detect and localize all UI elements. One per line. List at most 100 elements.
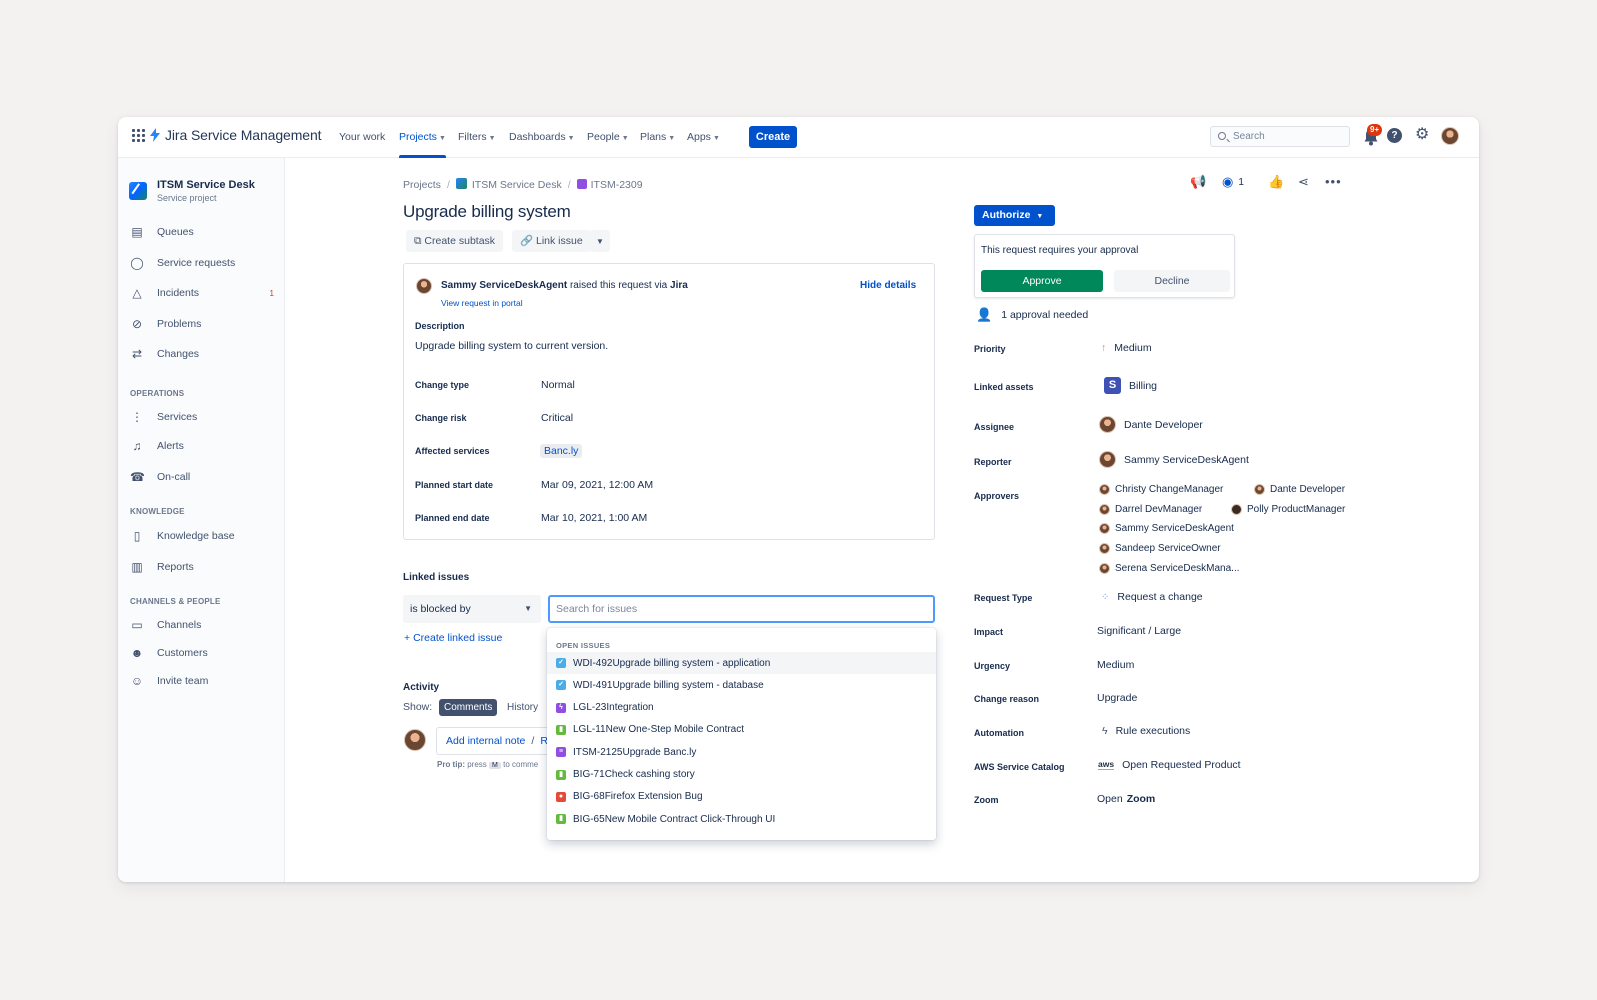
aws-catalog-value[interactable]: aws Open Requested Product bbox=[1098, 759, 1241, 771]
breadcrumb-projects[interactable]: Projects bbox=[403, 179, 441, 191]
affected-service-tag[interactable]: Banc.ly bbox=[540, 444, 583, 458]
breadcrumb-project[interactable]: ITSM Service Desk bbox=[455, 178, 562, 191]
sidebar-item-changes[interactable]: ⇄ Changes bbox=[130, 344, 280, 364]
like-icon[interactable]: 👍 bbox=[1268, 174, 1284, 190]
linked-asset-value[interactable]: S Billing bbox=[1104, 377, 1157, 394]
sidebar-item-label: Incidents bbox=[157, 287, 200, 299]
project-name[interactable]: ITSM Service Desk bbox=[157, 179, 255, 191]
sidebar-item-alerts[interactable]: ♫ Alerts bbox=[130, 436, 280, 456]
breadcrumb-issue-key[interactable]: ITSM-2309 bbox=[576, 178, 643, 191]
description-text[interactable]: Upgrade billing system to current versio… bbox=[415, 340, 608, 352]
link-relation-select[interactable]: is blocked by ▼ bbox=[403, 595, 541, 623]
zoom-value[interactable]: Open Zoom bbox=[1097, 793, 1155, 805]
sidebar-item-label: Alerts bbox=[157, 440, 184, 452]
automation-value[interactable]: ϟ Rule executions bbox=[1102, 725, 1190, 737]
megaphone-icon[interactable]: 📢 bbox=[1190, 174, 1206, 190]
approver-chip[interactable]: Darrel DevManager bbox=[1099, 504, 1202, 515]
view-in-portal-link[interactable]: View request in portal bbox=[441, 298, 523, 308]
changes-icon: ⇄ bbox=[131, 347, 143, 361]
change-risk-value[interactable]: Critical bbox=[541, 412, 573, 424]
approver-avatar bbox=[1099, 504, 1110, 515]
more-actions-icon[interactable]: ••• bbox=[1325, 174, 1342, 189]
sidebar-item-channels[interactable]: ▭ Channels bbox=[130, 615, 280, 635]
approver-chip[interactable]: Serena ServiceDeskMana... bbox=[1099, 563, 1240, 574]
decline-button[interactable]: Decline bbox=[1114, 270, 1230, 292]
impact-value[interactable]: Significant / Large bbox=[1097, 625, 1181, 637]
create-button[interactable]: Create bbox=[749, 126, 797, 148]
approval-panel: This request requires your approval Appr… bbox=[974, 234, 1235, 298]
issue-result-row[interactable]: ● BIG-68 Firefox Extension Bug bbox=[547, 786, 936, 808]
comment-box[interactable]: Add internal note / R bbox=[436, 727, 556, 755]
nav-filters[interactable]: Filters ▼ bbox=[458, 117, 496, 158]
approver-chip[interactable]: Polly ProductManager bbox=[1231, 504, 1345, 515]
authorize-button[interactable]: Authorize ▼ bbox=[974, 205, 1055, 226]
reporter-value[interactable]: Sammy ServiceDeskAgent bbox=[1099, 451, 1249, 468]
nav-your-work[interactable]: Your work bbox=[339, 117, 385, 158]
change-reason-value[interactable]: Upgrade bbox=[1097, 692, 1137, 704]
request-type-value[interactable]: ⁘ Request a change bbox=[1101, 591, 1203, 603]
issue-result-row[interactable]: ϟ LGL-23 Integration bbox=[547, 697, 936, 719]
sidebar-item-knowledge-base[interactable]: ▯ Knowledge base bbox=[130, 526, 280, 546]
issue-result-row[interactable]: ✓ WDI-492 Upgrade billing system - applic… bbox=[547, 652, 936, 674]
issue-result-row[interactable]: ≡ ITSM-2125 Upgrade Banc.ly bbox=[547, 741, 936, 763]
assignee-value[interactable]: Dante Developer bbox=[1099, 416, 1203, 433]
project-type: Service project bbox=[157, 193, 217, 203]
nav-people[interactable]: People ▼ bbox=[587, 117, 629, 158]
share-icon[interactable]: ⋖ bbox=[1298, 174, 1309, 190]
user-avatar[interactable] bbox=[1441, 127, 1459, 145]
request-type-text: Request a change bbox=[1117, 591, 1203, 603]
sidebar-item-reports[interactable]: ▥ Reports bbox=[130, 557, 280, 577]
link-issue-button[interactable]: 🔗 Link issue bbox=[512, 230, 591, 252]
sidebar-item-on-call[interactable]: ☎ On-call bbox=[130, 467, 280, 487]
issue-search-input[interactable]: Search for issues bbox=[548, 595, 935, 623]
priority-value[interactable]: ↑ Medium bbox=[1101, 342, 1152, 354]
sidebar-item-incidents[interactable]: △ Incidents 1 bbox=[130, 283, 280, 303]
sidebar-item-customers[interactable]: ☻ Customers bbox=[130, 643, 280, 663]
tab-history[interactable]: History bbox=[502, 699, 543, 716]
approver-chip[interactable]: Christy ChangeManager bbox=[1099, 484, 1223, 495]
planned-start-value[interactable]: Mar 09, 2021, 12:00 AM bbox=[541, 479, 653, 491]
gear-icon[interactable]: ⚙ bbox=[1415, 127, 1429, 143]
planned-end-value[interactable]: Mar 10, 2021, 1:00 AM bbox=[541, 512, 647, 524]
create-linked-issue-link[interactable]: + Create linked issue bbox=[404, 632, 502, 644]
issue-title[interactable]: Upgrade billing system bbox=[403, 202, 571, 222]
approve-button[interactable]: Approve bbox=[981, 270, 1103, 292]
sidebar-item-services[interactable]: ⋮ Services bbox=[130, 407, 280, 427]
search-input[interactable]: Search bbox=[1210, 126, 1350, 147]
sidebar-item-problems[interactable]: ⊘ Problems bbox=[130, 314, 280, 334]
book-icon: ▯ bbox=[133, 529, 141, 543]
app-switcher-icon[interactable] bbox=[132, 129, 145, 142]
urgency-value[interactable]: Medium bbox=[1097, 659, 1134, 671]
approver-chip[interactable]: Sandeep ServiceOwner bbox=[1099, 543, 1221, 554]
issue-result-row[interactable]: ▮ LGL-11 New One-Step Mobile Contract bbox=[547, 719, 936, 741]
button-label: Link issue bbox=[536, 235, 583, 247]
issue-result-row[interactable]: ▮ BIG-65 New Mobile Contract Click-Throug… bbox=[547, 808, 936, 830]
nav-dashboards[interactable]: Dashboards ▼ bbox=[509, 117, 575, 158]
hide-details-link[interactable]: Hide details bbox=[860, 280, 916, 291]
sidebar-item-queues[interactable]: ▤ Queues bbox=[130, 222, 280, 242]
nav-projects[interactable]: Projects ▼ bbox=[399, 117, 446, 158]
search-icon bbox=[1218, 132, 1226, 140]
raiser-name[interactable]: Sammy ServiceDeskAgent bbox=[441, 280, 567, 291]
approver-avatar bbox=[1099, 543, 1110, 554]
issue-result-row[interactable]: ✓ WDI-491 Upgrade billing system - databa… bbox=[547, 674, 936, 696]
add-internal-note-link[interactable]: Add internal note bbox=[446, 735, 525, 747]
link-issue-dropdown[interactable]: ▼ bbox=[590, 230, 610, 252]
create-subtask-button[interactable]: ⧉ Create subtask bbox=[406, 230, 504, 252]
nav-plans[interactable]: Plans ▼ bbox=[640, 117, 675, 158]
sidebar-item-service-requests[interactable]: ◯ Service requests bbox=[130, 253, 280, 273]
approver-chip[interactable]: Sammy ServiceDeskAgent bbox=[1099, 523, 1234, 534]
help-icon[interactable]: ? bbox=[1387, 128, 1402, 143]
chevron-down-icon: ▼ bbox=[596, 237, 604, 246]
tab-comments[interactable]: Comments bbox=[439, 699, 498, 716]
change-type-value[interactable]: Normal bbox=[541, 379, 575, 391]
change-reason-label: Change reason bbox=[974, 694, 1040, 704]
product-logo[interactable]: Jira Service Management bbox=[149, 127, 322, 143]
sidebar-item-invite-team[interactable]: ☺ Invite team bbox=[130, 671, 280, 691]
watch-button[interactable]: ◉ 1 bbox=[1222, 174, 1244, 190]
issue-result-row[interactable]: ▮ BIG-71 Check cashing story bbox=[547, 764, 936, 786]
services-icon: ⋮ bbox=[131, 410, 143, 424]
urgency-label: Urgency bbox=[974, 661, 1011, 671]
nav-apps[interactable]: Apps ▼ bbox=[687, 117, 720, 158]
approver-chip[interactable]: Dante Developer bbox=[1254, 484, 1345, 495]
